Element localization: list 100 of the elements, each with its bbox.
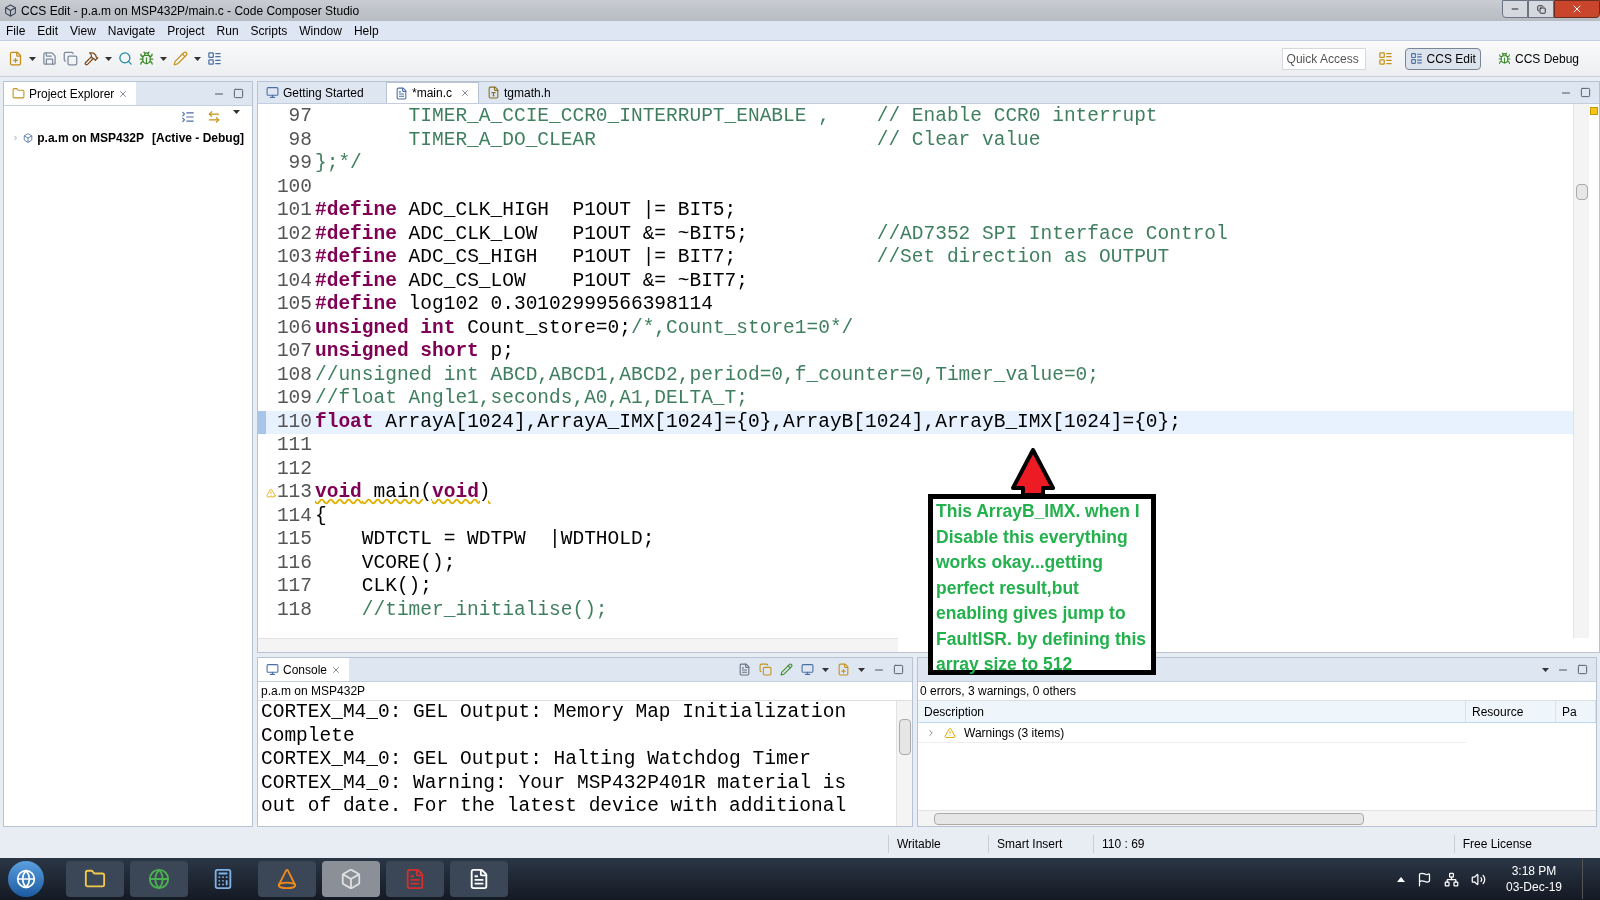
quick-access-field[interactable]: Quick Access: [1281, 47, 1366, 70]
clear-console-icon[interactable]: [738, 663, 751, 676]
annotation-note: This ArrayB_IMX. when I Disable this everything works okay...getting perfect result,but enabling gives jump to FaultISR. by defining this array size to 512: [928, 494, 1156, 675]
link-editor-icon[interactable]: [207, 110, 221, 124]
panel-tab[interactable]: Project Explorer: [4, 82, 137, 105]
editor-tab[interactable]: *main.c: [386, 82, 479, 103]
maximize-icon[interactable]: [1580, 87, 1591, 98]
column-header[interactable]: Resource: [1466, 701, 1556, 722]
expand-icon[interactable]: [926, 727, 936, 738]
line-number: 106: [276, 316, 312, 340]
panel-tab[interactable]: Console: [258, 658, 350, 681]
close-button[interactable]: [1554, 0, 1600, 18]
line-number: 117: [276, 575, 312, 599]
menu-item[interactable]: Window: [293, 21, 348, 40]
c-file-icon: [395, 86, 408, 100]
code-line: CLK();: [360, 575, 433, 599]
perspective-button[interactable]: CCS Edit: [1404, 47, 1481, 70]
close-icon: [1571, 3, 1583, 15]
vertical-scrollbar[interactable]: [1573, 104, 1589, 638]
menu-item[interactable]: Help: [347, 21, 385, 40]
code-line: {: [315, 504, 327, 528]
caret-icon[interactable]: [105, 56, 112, 61]
open-perspective-icon[interactable]: [1377, 51, 1393, 66]
app-icon: [4, 4, 17, 17]
arrow-icon: [1010, 448, 1056, 496]
console-icon: [266, 663, 279, 676]
menu-item[interactable]: Edit: [31, 21, 65, 40]
warning-icon: [944, 726, 956, 739]
restore-button[interactable]: [1528, 0, 1554, 18]
console-line: CORTEX_M4_0: GEL Output: Memory Map Initialization Complete: [261, 701, 848, 748]
tree-item[interactable]: p.a.m on MSP432P [Active - Debug]: [4, 128, 252, 148]
calculator-icon: [212, 868, 234, 890]
code-line: //unsigned int ABCD,ABCD1,ABCD2,period=0,f_counter=0,Timer_value=0;: [315, 363, 1100, 387]
editor-tab[interactable]: tgmath.h: [479, 82, 559, 103]
code-line: TIMER_A_CCIE_CCR0_INTERRUPT_ENABLE , // Enable CCR0 interrupt: [407, 105, 1158, 129]
line-number: 107: [276, 340, 312, 364]
caret-icon[interactable]: [29, 56, 36, 61]
menu-item[interactable]: File: [0, 21, 32, 40]
document-icon: [468, 868, 490, 890]
pencil-icon[interactable]: [173, 51, 188, 66]
clock-time: 3:18 PM: [1511, 863, 1557, 879]
code-line: //float Angle1,seconds,A0,A1,DELTA_T;: [315, 387, 748, 411]
caret-icon[interactable]: [822, 667, 829, 672]
bug-icon[interactable]: [139, 51, 154, 66]
start-logo-icon: [16, 869, 36, 889]
caret-icon[interactable]: [1542, 667, 1549, 672]
minimize-button[interactable]: [1502, 0, 1528, 18]
display-console-icon[interactable]: [801, 663, 814, 676]
taskbar-app[interactable]: [258, 861, 316, 897]
perspective-button[interactable]: CCS Debug: [1492, 47, 1584, 70]
vertical-scrollbar[interactable]: [896, 701, 912, 826]
column-header[interactable]: Description: [918, 701, 1466, 722]
taskbar-app[interactable]: [66, 861, 124, 897]
code-line: unsigned short p;: [315, 340, 514, 364]
close-icon[interactable]: [460, 88, 470, 98]
maximize-icon[interactable]: [1577, 664, 1588, 675]
caret-icon[interactable]: [194, 56, 201, 61]
start-button[interactable]: [8, 861, 44, 897]
line-number: 102: [276, 222, 312, 246]
code-line: WDTCTL = WDTPW |WDTHOLD;: [360, 528, 655, 552]
line-number: 104: [276, 269, 312, 293]
line-number: 116: [276, 551, 312, 575]
volume-icon[interactable]: [1470, 871, 1486, 887]
line-number: 114: [276, 504, 312, 528]
menu-item[interactable]: View: [64, 21, 102, 40]
hammer-icon[interactable]: [84, 51, 99, 66]
caret-icon[interactable]: [160, 56, 167, 61]
close-icon[interactable]: [331, 664, 342, 675]
warning-marker[interactable]: [1590, 107, 1598, 115]
collapse-all-icon[interactable]: [181, 110, 195, 124]
new-file-icon[interactable]: [8, 51, 23, 66]
caret-icon[interactable]: [858, 667, 865, 672]
close-icon[interactable]: [118, 88, 129, 99]
pin-icon[interactable]: [780, 663, 793, 676]
network-icon[interactable]: [1443, 871, 1459, 887]
maximize-icon[interactable]: [893, 664, 904, 675]
save-icon[interactable]: [42, 51, 57, 66]
menu-item[interactable]: Run: [210, 21, 245, 40]
caret-icon[interactable]: [233, 110, 240, 114]
maximize-icon[interactable]: [233, 88, 244, 99]
horizontal-scrollbar[interactable]: [918, 810, 1596, 826]
taskbar-app[interactable]: [450, 861, 508, 897]
problems-row[interactable]: Warnings (3 items): [918, 723, 1466, 743]
new-console-icon[interactable]: [837, 663, 850, 676]
code-line: #define ADC_CS_HIGH P1OUT |= BIT7; //Set direction as OUTPUT: [315, 246, 1170, 270]
search-icon[interactable]: [118, 51, 133, 66]
menu-item[interactable]: Navigate: [101, 21, 162, 40]
column-header[interactable]: Pa: [1556, 701, 1596, 722]
show-hidden-icons-icon[interactable]: [1396, 876, 1405, 882]
list-icon[interactable]: [207, 51, 222, 66]
editor-tab[interactable]: Getting Started: [258, 82, 386, 103]
cube-icon: [340, 868, 362, 890]
line-number: 97: [287, 105, 312, 129]
flag-icon[interactable]: [1416, 871, 1432, 887]
line-number: 113: [276, 481, 312, 505]
code-line: float ArrayA[1024],ArrayA_IMX[1024]={0},ArrayB[1024],ArrayB_IMX[1024]={0};: [315, 410, 1181, 434]
horizontal-scrollbar[interactable]: [258, 638, 898, 652]
menu-item[interactable]: Scripts: [244, 21, 294, 40]
menu-item[interactable]: Project: [161, 21, 211, 40]
line-number: 100: [276, 175, 312, 199]
